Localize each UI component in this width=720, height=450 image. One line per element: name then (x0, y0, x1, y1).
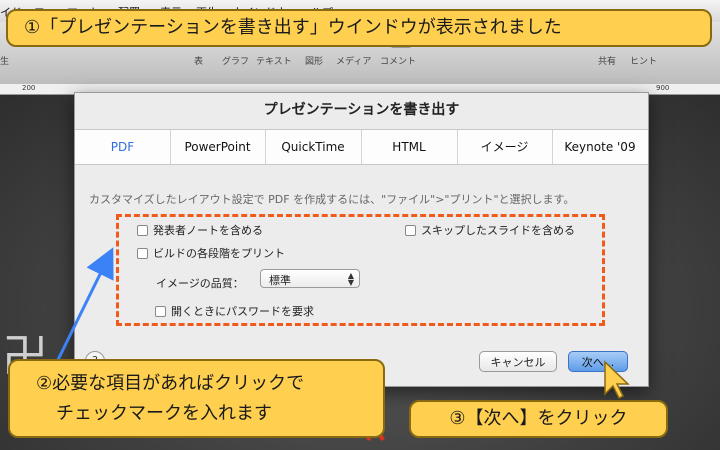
cursor-pointer-icon (604, 360, 630, 400)
callout-step1: ①「プレゼンテーションを書き出す」ウインドウが表示されました (6, 9, 712, 47)
callout-step2-line1: ②必要な項目があればクリックで (36, 373, 305, 394)
callout-step2: ②必要な項目があればクリックで チェックマークを入れます (8, 359, 385, 438)
callout-step2-line2: チェックマークを入れます (56, 403, 272, 424)
callout-step3: ③【次へ】をクリック (409, 400, 668, 438)
pointer-arrow (50, 247, 114, 373)
